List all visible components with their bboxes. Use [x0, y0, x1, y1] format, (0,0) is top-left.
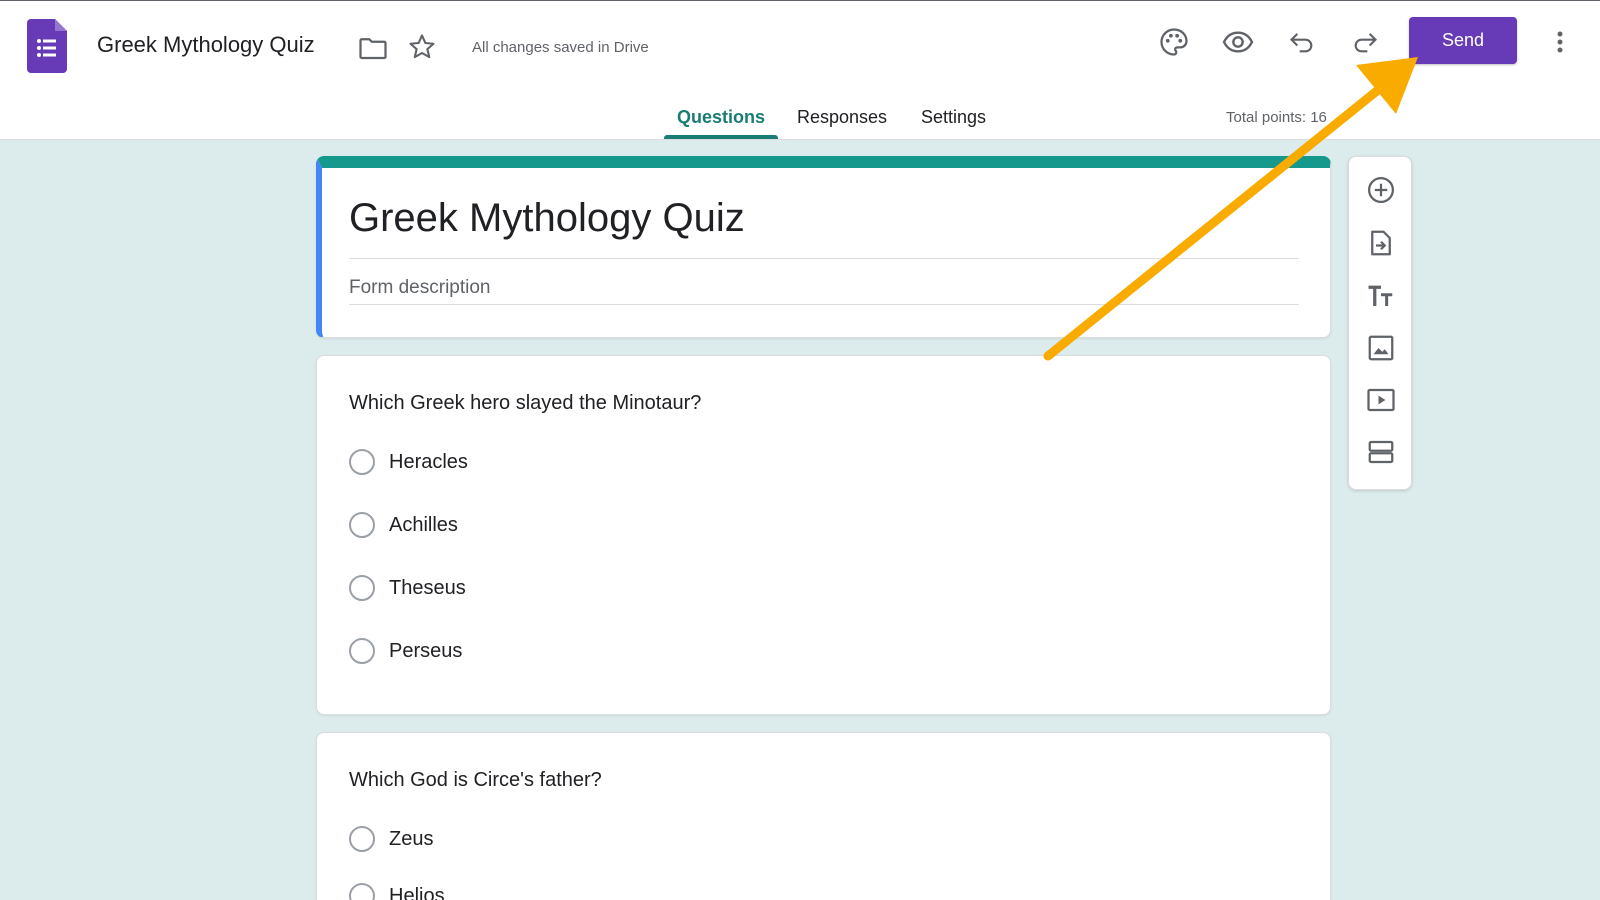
star-icon[interactable] [407, 32, 437, 62]
answer-option[interactable]: Zeus [349, 824, 433, 854]
preview-eye-icon[interactable] [1221, 25, 1255, 59]
radio-button[interactable] [349, 512, 375, 538]
undo-icon[interactable] [1285, 25, 1319, 59]
radio-button[interactable] [349, 826, 375, 852]
form-title-card[interactable]: Greek Mythology Quiz Form description [316, 156, 1331, 338]
save-status: All changes saved in Drive [472, 39, 649, 56]
add-image-icon[interactable] [1363, 330, 1399, 366]
radio-button[interactable] [349, 883, 375, 900]
add-question-icon[interactable] [1363, 172, 1399, 208]
option-label: Theseus [389, 576, 466, 599]
add-title-icon[interactable] [1363, 278, 1399, 314]
add-video-icon[interactable] [1363, 382, 1399, 418]
form-title[interactable]: Greek Mythology Quiz [349, 196, 745, 241]
tab-questions[interactable]: Questions [677, 107, 765, 128]
option-label: Achilles [389, 513, 458, 536]
tab-responses[interactable]: Responses [797, 107, 887, 128]
description-underline [349, 304, 1299, 305]
answer-option[interactable]: Achilles [349, 510, 458, 540]
answer-option[interactable]: Perseus [349, 636, 462, 666]
radio-button[interactable] [349, 638, 375, 664]
redo-icon[interactable] [1348, 25, 1382, 59]
add-section-icon[interactable] [1363, 434, 1399, 470]
forms-logo-icon[interactable] [27, 19, 67, 73]
radio-button[interactable] [349, 449, 375, 475]
radio-button[interactable] [349, 575, 375, 601]
option-label: Heracles [389, 450, 468, 473]
total-points: Total points: 16 [1226, 109, 1327, 126]
answer-option[interactable]: Heracles [349, 447, 468, 477]
import-questions-icon[interactable] [1363, 225, 1399, 261]
tab-settings[interactable]: Settings [921, 107, 986, 128]
tab-bar: Questions Responses Settings Total point… [0, 101, 1600, 141]
question-text: Which God is Circe's father? [349, 769, 602, 791]
side-toolbar [1348, 156, 1412, 490]
option-label: Perseus [389, 639, 463, 662]
question-text: Which Greek hero slayed the Minotaur? [349, 392, 702, 414]
title-underline [349, 258, 1299, 259]
form-description-field[interactable]: Form description [349, 277, 491, 299]
answer-option[interactable]: Theseus [349, 573, 466, 603]
option-label: Helios [389, 884, 445, 900]
option-label: Zeus [389, 827, 434, 850]
move-to-folder-icon[interactable] [358, 33, 388, 63]
active-tab-indicator [664, 135, 778, 139]
answer-option[interactable]: Helios [349, 881, 445, 900]
question-card[interactable]: Which God is Circe's father? Zeus Helios [316, 732, 1331, 900]
question-card[interactable]: Which Greek hero slayed the Minotaur? He… [316, 355, 1331, 715]
more-vert-icon[interactable] [1546, 25, 1574, 59]
top-header: Greek Mythology Quiz All changes saved i… [0, 0, 1600, 140]
send-button[interactable]: Send [1409, 17, 1517, 64]
palette-icon[interactable] [1157, 25, 1191, 59]
document-title[interactable]: Greek Mythology Quiz [97, 32, 315, 58]
